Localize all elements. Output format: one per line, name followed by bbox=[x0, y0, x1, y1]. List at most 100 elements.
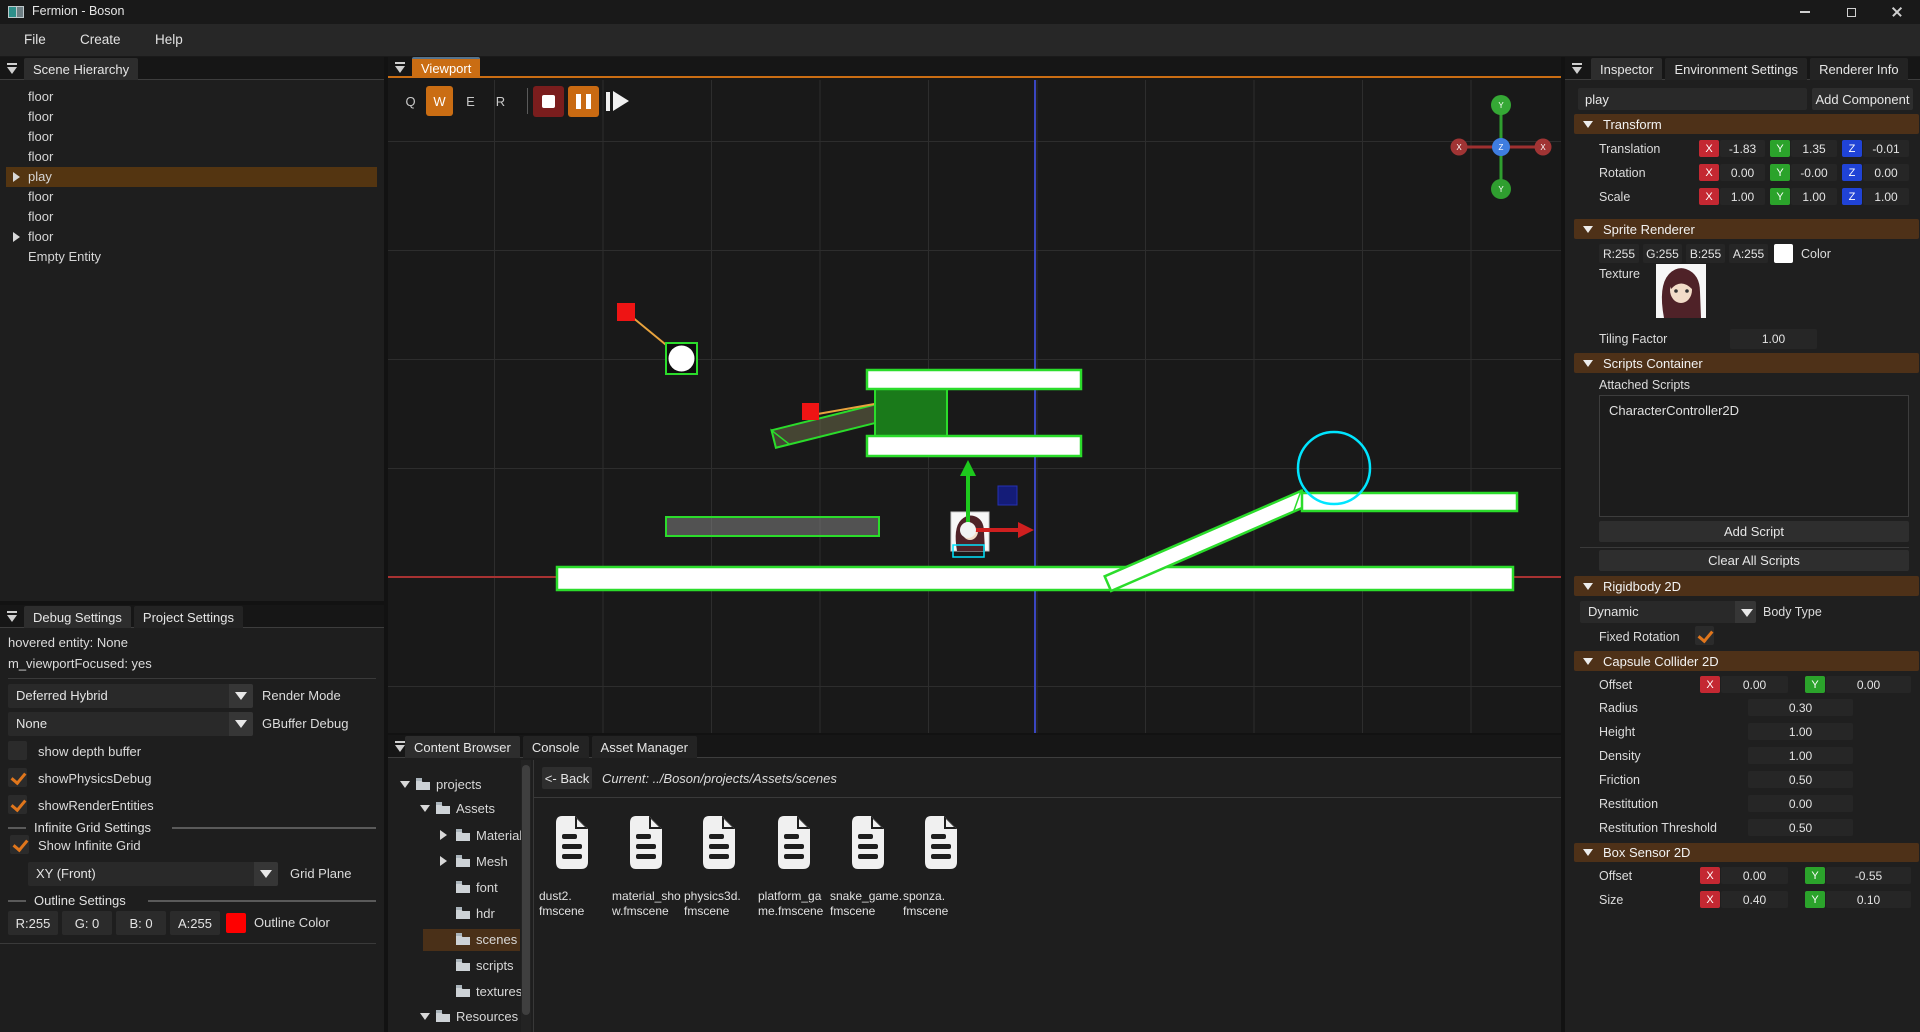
rotation-y-field[interactable]: -0.00 bbox=[1791, 164, 1837, 181]
scrollbar-thumb[interactable] bbox=[522, 765, 530, 1015]
file-label[interactable]: material_show.fmscene bbox=[612, 889, 684, 919]
capsule-offset-y-field[interactable]: 0.00 bbox=[1826, 676, 1911, 693]
hierarchy-item[interactable]: floor bbox=[0, 87, 384, 107]
panel-collapse-icon[interactable] bbox=[394, 61, 407, 74]
show-depth-buffer-checkbox[interactable] bbox=[8, 741, 27, 760]
rigidbody-2d-header[interactable]: Rigidbody 2D bbox=[1574, 576, 1919, 596]
texture-thumbnail[interactable] bbox=[1656, 264, 1706, 318]
entity-name-input[interactable]: play bbox=[1578, 88, 1807, 110]
entity-green-block[interactable] bbox=[875, 388, 947, 436]
outline-b-field[interactable]: B: 0 bbox=[116, 911, 166, 935]
translation-z-field[interactable]: -0.01 bbox=[1863, 140, 1909, 157]
entity-plank-red-square[interactable] bbox=[802, 403, 819, 420]
tab-content-browser[interactable]: Content Browser bbox=[405, 736, 520, 758]
expand-arrow-icon[interactable] bbox=[13, 232, 20, 242]
capsule-collider-2d-header[interactable]: Capsule Collider 2D bbox=[1574, 651, 1919, 671]
tab-inspector[interactable]: Inspector bbox=[1591, 58, 1662, 80]
color-r-field[interactable]: R:255 bbox=[1599, 244, 1639, 263]
sprite-color-swatch[interactable] bbox=[1774, 244, 1793, 263]
tool-r-button[interactable]: R bbox=[487, 86, 514, 116]
stop-button[interactable] bbox=[533, 86, 564, 117]
tree-item-hdr[interactable]: hdr bbox=[388, 903, 521, 925]
scale-x-field[interactable]: 1.00 bbox=[1720, 188, 1765, 205]
translation-x-field[interactable]: -1.83 bbox=[1720, 140, 1765, 157]
maximize-button[interactable] bbox=[1828, 0, 1874, 24]
chevron-right-icon[interactable] bbox=[440, 856, 447, 866]
tree-item-font[interactable]: font bbox=[388, 877, 521, 899]
back-button[interactable]: <- Back bbox=[542, 767, 592, 789]
tree-item-textures[interactable]: textures bbox=[388, 981, 521, 1003]
scene-file-icon[interactable] bbox=[922, 815, 960, 871]
outline-r-field[interactable]: R:255 bbox=[8, 911, 58, 935]
sensor-offset-x-field[interactable]: 0.00 bbox=[1721, 867, 1788, 884]
body-type-combo[interactable]: Dynamic bbox=[1580, 601, 1756, 623]
hierarchy-item[interactable]: floor bbox=[0, 227, 384, 247]
file-label[interactable]: sponza.fmscene bbox=[903, 889, 975, 919]
file-label[interactable]: platform_game.fmscene bbox=[758, 889, 830, 919]
entity-anchor-red-square[interactable] bbox=[617, 303, 635, 321]
color-b-field[interactable]: B:255 bbox=[1686, 244, 1725, 263]
tree-scrollbar[interactable] bbox=[521, 760, 531, 1032]
friction-field[interactable]: 0.50 bbox=[1748, 771, 1853, 788]
entity-platform-top[interactable] bbox=[867, 370, 1081, 389]
outline-a-field[interactable]: A:255 bbox=[170, 911, 220, 935]
rotation-z-field[interactable]: 0.00 bbox=[1863, 164, 1909, 181]
tree-item-mesh[interactable]: Mesh bbox=[388, 851, 521, 873]
show-render-entities-checkbox[interactable] bbox=[8, 795, 27, 814]
entity-ground-platform[interactable] bbox=[557, 567, 1513, 590]
tree-item-scenes-selected[interactable]: scenes bbox=[388, 929, 521, 951]
orientation-gizmo[interactable]: Y Y X X Z bbox=[1451, 95, 1552, 199]
tree-item-projects[interactable]: projects bbox=[388, 774, 521, 796]
expand-arrow-icon[interactable] bbox=[13, 172, 20, 182]
entity-navy-square[interactable] bbox=[998, 486, 1017, 505]
sensor-size-y-field[interactable]: 0.10 bbox=[1826, 891, 1911, 908]
tab-scene-hierarchy[interactable]: Scene Hierarchy bbox=[24, 58, 138, 80]
show-infinite-grid-checkbox[interactable] bbox=[10, 835, 29, 854]
hierarchy-item[interactable]: floor bbox=[0, 147, 384, 167]
entity-platform-right[interactable] bbox=[1302, 493, 1517, 511]
gizmo-center-handle[interactable] bbox=[960, 522, 976, 538]
translation-y-field[interactable]: 1.35 bbox=[1791, 140, 1837, 157]
tab-asset-manager[interactable]: Asset Manager bbox=[592, 736, 697, 758]
scene-file-icon[interactable] bbox=[627, 815, 665, 871]
restitution-threshold-field[interactable]: 0.50 bbox=[1748, 819, 1853, 836]
outline-g-field[interactable]: G: 0 bbox=[62, 911, 112, 935]
hierarchy-item[interactable]: floor bbox=[0, 207, 384, 227]
hierarchy-item[interactable]: floor bbox=[0, 107, 384, 127]
tab-viewport[interactable]: Viewport bbox=[412, 57, 480, 78]
menu-file[interactable]: File bbox=[24, 32, 46, 47]
menu-help[interactable]: Help bbox=[155, 32, 183, 47]
hierarchy-item[interactable]: floor bbox=[0, 187, 384, 207]
rotation-x-field[interactable]: 0.00 bbox=[1720, 164, 1765, 181]
color-g-field[interactable]: G:255 bbox=[1643, 244, 1682, 263]
sensor-offset-y-field[interactable]: -0.55 bbox=[1826, 867, 1911, 884]
gbuffer-debug-combo[interactable]: None bbox=[8, 712, 253, 736]
restitution-field[interactable]: 0.00 bbox=[1748, 795, 1853, 812]
minimize-button[interactable] bbox=[1782, 0, 1828, 24]
close-button[interactable] bbox=[1874, 0, 1920, 24]
render-mode-combo[interactable]: Deferred Hybrid bbox=[8, 684, 253, 708]
outline-color-swatch[interactable] bbox=[226, 913, 246, 933]
scene-file-icon[interactable] bbox=[700, 815, 738, 871]
scripts-container-header[interactable]: Scripts Container bbox=[1574, 353, 1919, 373]
tree-item-resources[interactable]: Resources bbox=[388, 1006, 521, 1028]
file-label[interactable]: physics3d.fmscene bbox=[684, 889, 756, 919]
scene-file-icon[interactable] bbox=[553, 815, 591, 871]
radius-field[interactable]: 0.30 bbox=[1748, 699, 1853, 716]
chevron-right-icon[interactable] bbox=[440, 830, 447, 840]
sprite-renderer-header[interactable]: Sprite Renderer bbox=[1574, 219, 1919, 239]
entity-gray-platform[interactable] bbox=[666, 517, 879, 536]
entity-ball-sprite[interactable] bbox=[669, 346, 695, 372]
tool-e-button[interactable]: E bbox=[457, 86, 484, 116]
viewport-panel[interactable]: Viewport bbox=[388, 57, 1561, 733]
density-field[interactable]: 1.00 bbox=[1748, 747, 1853, 764]
panel-collapse-icon[interactable] bbox=[6, 610, 19, 623]
panel-collapse-icon[interactable] bbox=[6, 62, 19, 75]
scene-file-icon[interactable] bbox=[775, 815, 813, 871]
tab-console[interactable]: Console bbox=[523, 736, 589, 758]
tool-q-button[interactable]: Q bbox=[397, 86, 424, 116]
file-label[interactable]: snake_game.fmscene bbox=[830, 889, 902, 919]
tab-renderer-info[interactable]: Renderer Info bbox=[1810, 58, 1908, 80]
add-script-button[interactable]: Add Script bbox=[1599, 521, 1909, 542]
box-sensor-2d-header[interactable]: Box Sensor 2D bbox=[1574, 843, 1919, 862]
